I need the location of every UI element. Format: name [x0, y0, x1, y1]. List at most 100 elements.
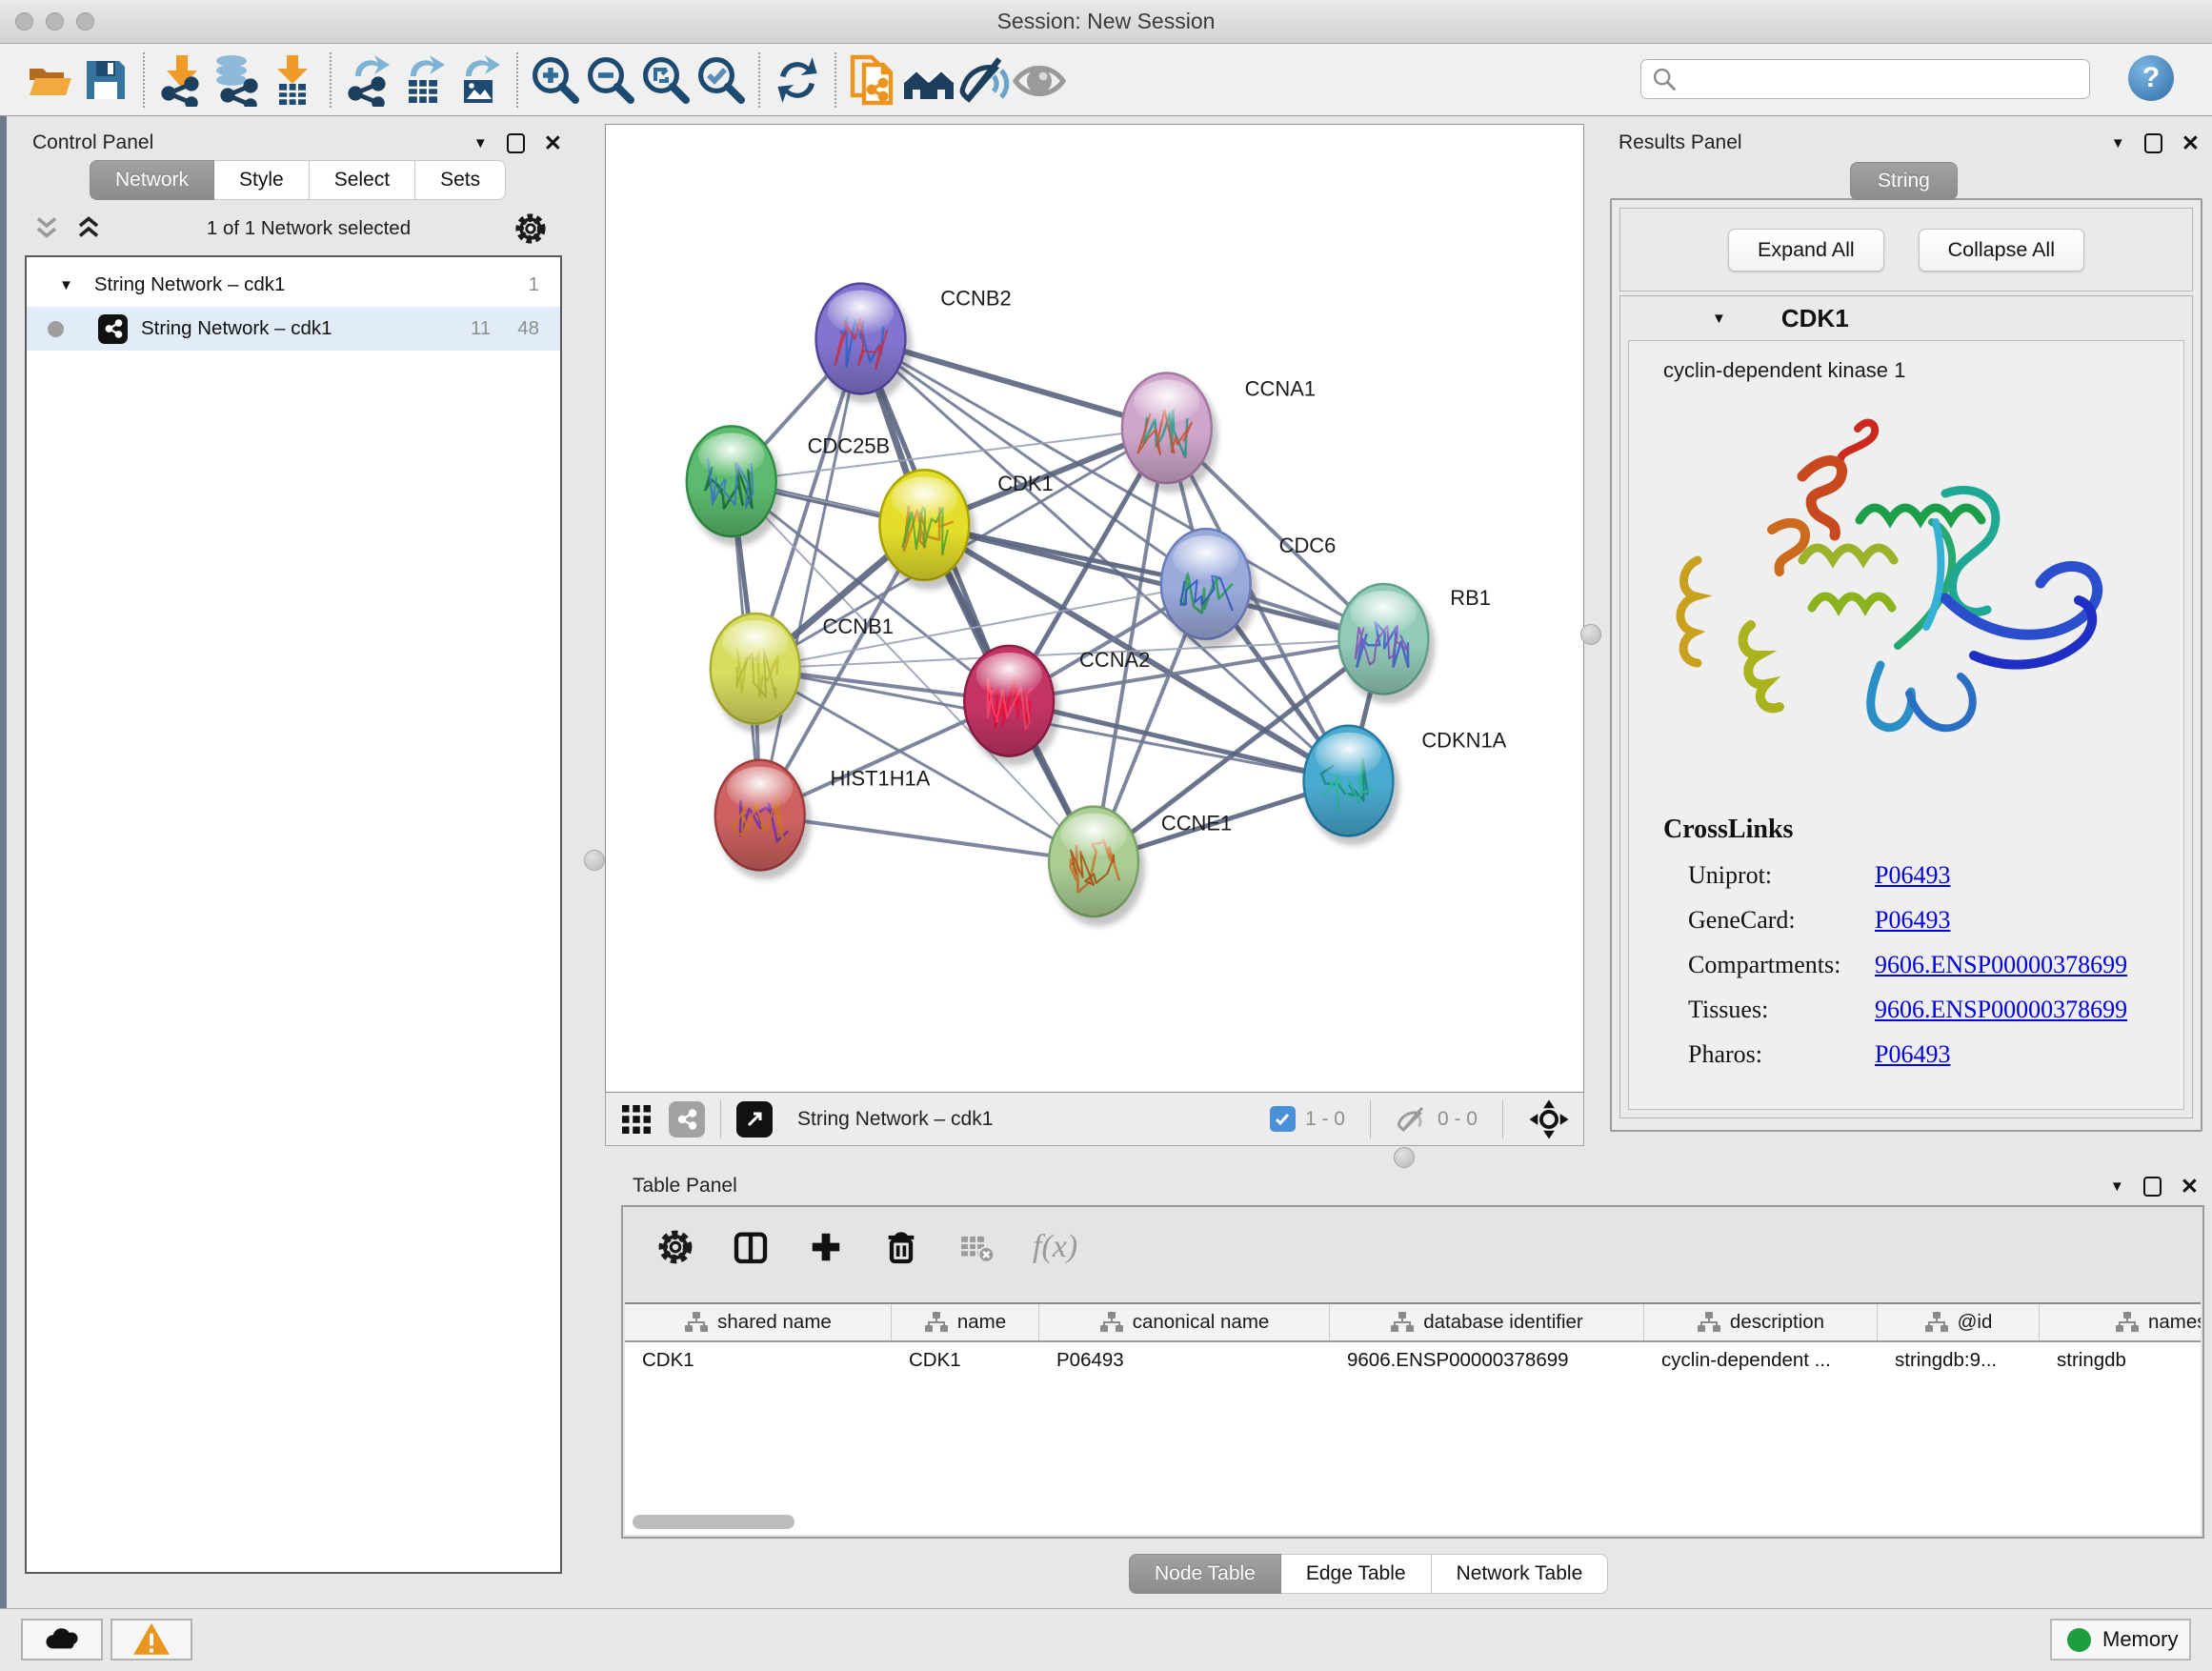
import-network-file-button[interactable]	[154, 50, 210, 111]
crosslink-link[interactable]: P06493	[1875, 861, 1950, 890]
panel-menu-icon[interactable]: ▼	[473, 135, 488, 151]
network-name: String Network – cdk1	[141, 317, 332, 340]
table-cell[interactable]: stringdb:9...	[1878, 1349, 2040, 1372]
column-header-canonical-name[interactable]: canonical name	[1039, 1304, 1330, 1340]
zoom-in-button[interactable]	[528, 50, 583, 111]
table-cell[interactable]: CDK1	[892, 1349, 1039, 1372]
network-node-CCNA1[interactable]	[1122, 372, 1218, 493]
tab-edge-table[interactable]: Edge Table	[1281, 1554, 1432, 1594]
column-header-namespace[interactable]: namespace	[2040, 1304, 2201, 1340]
collapse-all-icon[interactable]	[32, 214, 61, 243]
network-node-RB1[interactable]	[1338, 584, 1435, 704]
tab-node-table[interactable]: Node Table	[1129, 1554, 1281, 1594]
update-network-button[interactable]	[770, 50, 825, 111]
expand-all-button[interactable]: Expand All	[1728, 229, 1884, 272]
cloud-status-button[interactable]	[21, 1619, 103, 1661]
table-cell[interactable]: P06493	[1039, 1349, 1330, 1372]
column-header-database-identifier[interactable]: database identifier	[1330, 1304, 1644, 1340]
network-node-CCNA2[interactable]	[964, 646, 1060, 766]
fit-content-button[interactable]	[638, 50, 694, 111]
float-panel-icon[interactable]	[2143, 1177, 2162, 1197]
table-cell[interactable]: CDK1	[625, 1349, 892, 1372]
protein-description: cyclin-dependent kinase 1	[1663, 358, 2183, 383]
tab-sets[interactable]: Sets	[415, 160, 506, 200]
tab-style[interactable]: Style	[214, 160, 310, 200]
float-panel-icon[interactable]	[507, 133, 525, 153]
birdseye-navigator-icon[interactable]	[1528, 1098, 1570, 1140]
search-box[interactable]	[1640, 59, 2090, 99]
network-view-canvas[interactable]: CCNB2CCNA1CDC25BCDK1CDC6RB1CCNB1CCNA2CDK…	[605, 124, 1584, 1093]
column-header-description[interactable]: description	[1644, 1304, 1878, 1340]
table-row[interactable]: CDK1CDK1P064939606.ENSP00000378699cyclin…	[625, 1342, 2201, 1379]
string-copy-network-button[interactable]	[846, 50, 901, 111]
network-node-HIST1H1A[interactable]	[715, 760, 812, 880]
column-header-shared-name[interactable]: shared name	[625, 1304, 892, 1340]
help-button[interactable]: ?	[2128, 55, 2174, 101]
network-node-CDC6[interactable]	[1161, 529, 1257, 649]
close-panel-icon[interactable]: ✕	[2181, 1176, 2199, 1198]
selected-checkbox-icon[interactable]	[1270, 1106, 1296, 1132]
tab-network-table[interactable]: Network Table	[1432, 1554, 1609, 1594]
float-panel-icon[interactable]	[2144, 133, 2162, 153]
delete-column-icon[interactable]	[882, 1228, 920, 1266]
string-homology-button[interactable]	[901, 50, 956, 111]
tree-expand-icon[interactable]: ▼	[59, 277, 73, 293]
network-node-CDC25B[interactable]	[687, 426, 783, 546]
close-panel-icon[interactable]: ✕	[544, 132, 562, 154]
warning-status-button[interactable]	[111, 1619, 192, 1661]
network-node-CDKN1A[interactable]	[1304, 726, 1400, 846]
crosslink-link[interactable]: 9606.ENSP00000378699	[1875, 996, 2127, 1024]
search-input[interactable]	[1678, 62, 2089, 96]
panel-menu-icon[interactable]: ▼	[2111, 135, 2125, 151]
panel-menu-icon[interactable]: ▼	[2110, 1178, 2124, 1195]
section-collapse-icon[interactable]: ▼	[1712, 311, 1726, 327]
show-grid-icon[interactable]	[619, 1102, 654, 1137]
detach-view-icon[interactable]	[736, 1101, 773, 1137]
add-column-icon[interactable]	[808, 1229, 844, 1265]
export-image-button[interactable]	[452, 50, 507, 111]
tab-select[interactable]: Select	[310, 160, 415, 200]
cdk1-section-header[interactable]: ▼ CDK1	[1620, 296, 2192, 340]
import-table-file-button[interactable]	[265, 50, 320, 111]
zoom-selected-button[interactable]	[694, 50, 749, 111]
houses-icon	[902, 53, 955, 107]
save-session-button[interactable]	[78, 50, 133, 111]
collapse-all-button[interactable]: Collapse All	[1919, 229, 2084, 272]
export-table-button[interactable]	[396, 50, 452, 111]
table-cell[interactable]: 9606.ENSP00000378699	[1330, 1349, 1644, 1372]
network-node-CDK1[interactable]	[879, 470, 975, 590]
network-node-CCNE1[interactable]	[1049, 807, 1145, 927]
show-columns-icon[interactable]	[732, 1228, 770, 1266]
import-network-database-button[interactable]	[210, 50, 265, 111]
table-cell[interactable]: cyclin-dependent ...	[1644, 1349, 1878, 1372]
table-options-gear-icon[interactable]	[657, 1229, 694, 1265]
network-row-selected[interactable]: String Network – cdk1 11 48	[27, 307, 560, 351]
open-session-button[interactable]	[23, 50, 78, 111]
zoom-out-icon	[585, 54, 636, 106]
crosslink-link[interactable]: P06493	[1875, 1040, 1950, 1069]
memory-button[interactable]: Memory	[2050, 1619, 2191, 1661]
table-cell[interactable]: stringdb	[2040, 1349, 2201, 1372]
crosslink-link[interactable]: 9606.ENSP00000378699	[1875, 951, 2127, 979]
network-collection-row[interactable]: ▼ String Network – cdk1 1	[27, 263, 560, 307]
column-header-name[interactable]: name	[892, 1304, 1039, 1340]
crosslink-link[interactable]: P06493	[1875, 906, 1950, 935]
zoom-out-button[interactable]	[583, 50, 638, 111]
column-header--id[interactable]: @id	[1878, 1304, 2040, 1340]
string-grayscale-eye-button[interactable]	[1012, 50, 1067, 111]
network-options-gear-icon[interactable]	[514, 212, 547, 245]
network-node-CCNB1[interactable]	[711, 614, 807, 734]
fit-content-icon	[640, 54, 692, 106]
column-type-icon	[1924, 1311, 1949, 1334]
left-splitter-handle[interactable]	[584, 850, 605, 871]
tab-network[interactable]: Network	[90, 160, 214, 200]
export-network-button[interactable]	[341, 50, 396, 111]
network-node-CCNB2[interactable]	[816, 284, 913, 404]
horizontal-scrollbar-thumb[interactable]	[633, 1515, 794, 1529]
network-share-icon[interactable]	[669, 1101, 705, 1137]
export-image-icon	[452, 53, 506, 107]
close-panel-icon[interactable]: ✕	[2182, 132, 2200, 154]
string-hide-structures-button[interactable]	[956, 50, 1012, 111]
expand-all-icon[interactable]	[74, 214, 103, 243]
tab-string[interactable]: String	[1850, 162, 1958, 200]
